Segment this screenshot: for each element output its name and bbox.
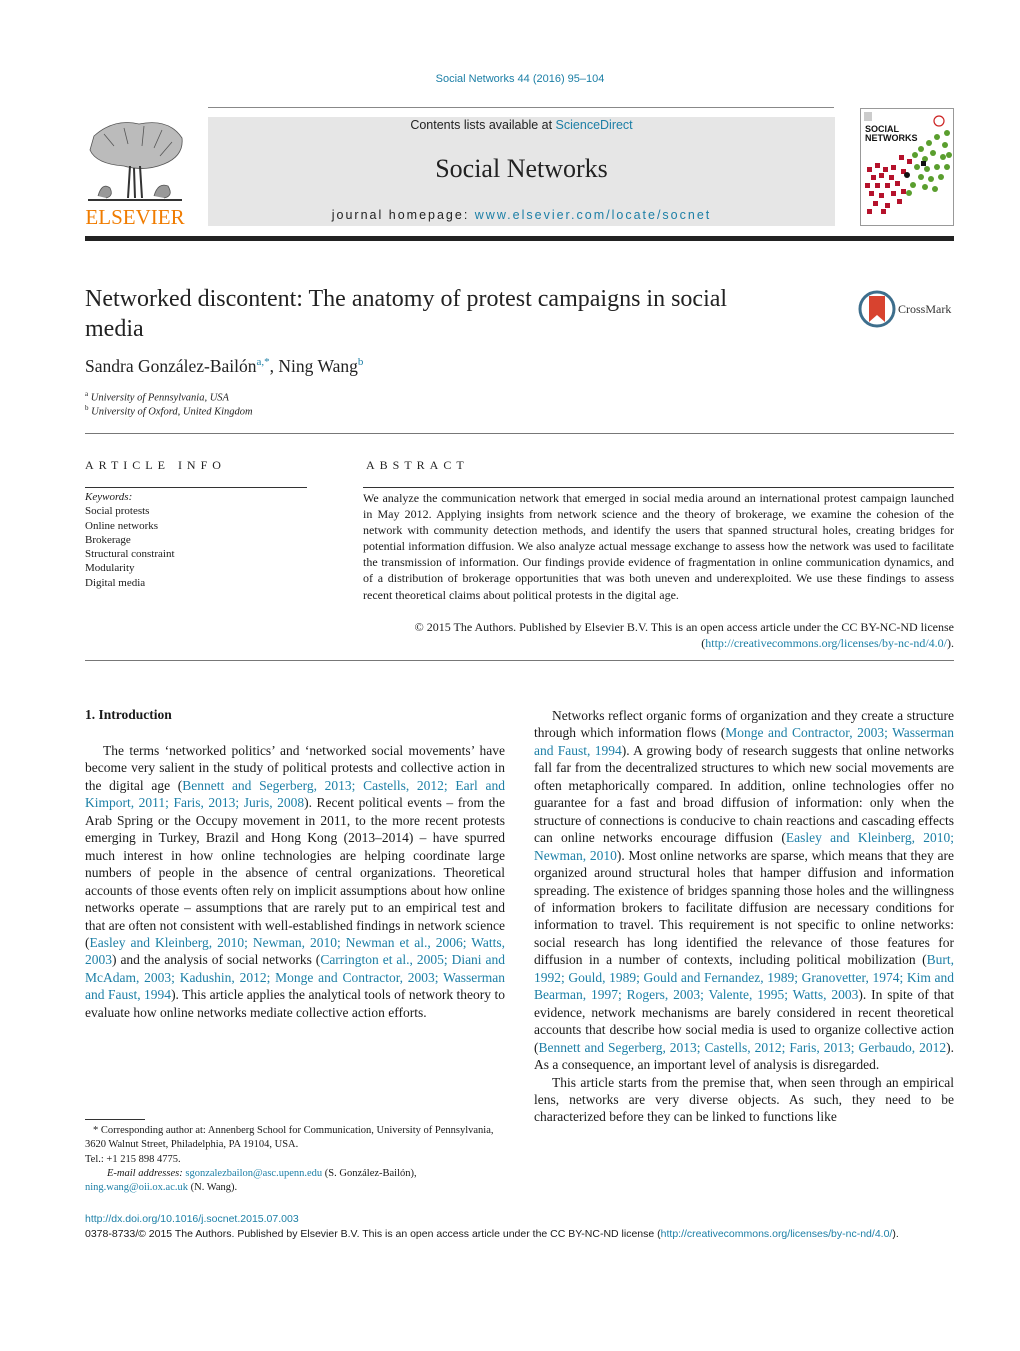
affiliation: b University of Oxford, United Kingdom — [85, 404, 253, 418]
license-link[interactable]: http://creativecommons.org/licenses/by-n… — [705, 636, 947, 650]
divider — [85, 487, 307, 488]
paragraph: The terms ‘networked politics’ and ‘netw… — [85, 742, 505, 1021]
author-affiliation-marker[interactable]: a,* — [257, 356, 270, 368]
doi-link[interactable]: http://dx.doi.org/10.1016/j.socnet.2015.… — [85, 1213, 299, 1225]
journal-title: Social Networks — [435, 154, 608, 183]
footer-copyright: 0378-8733/© 2015 The Authors. Published … — [85, 1228, 899, 1240]
email-addresses: E-mail addresses: sgonzalezbailon@asc.up… — [85, 1167, 417, 1194]
footnote: * Corresponding author at: Annenberg Sch… — [85, 1124, 505, 1195]
crossmark-icon — [858, 290, 896, 328]
text-run: ) and the analysis of social networks ( — [112, 952, 321, 968]
abstract-copyright: © 2015 The Authors. Published by Elsevie… — [414, 620, 954, 651]
affiliation: a University of Pennsylvania, USA — [85, 390, 229, 404]
keywords-label: Keywords: — [85, 491, 133, 503]
keyword: Structural constraint — [85, 548, 175, 561]
article-title: Networked discontent: The anatomy of pro… — [85, 286, 728, 342]
crossmark-badge[interactable]: CrossMark — [858, 290, 958, 330]
footnote-divider — [85, 1119, 145, 1120]
body-column-left: The terms ‘networked politics’ and ‘netw… — [85, 742, 505, 1021]
article-info-heading: ARTICLE INFO — [85, 458, 226, 472]
keywords-list: Keywords: Social protests Online network… — [85, 490, 175, 590]
citation-link[interactable]: Bennett and Segerberg, 2013; Castells, 2… — [539, 1040, 947, 1055]
keyword: Modularity — [85, 562, 135, 575]
abstract-heading: ABSTRACT — [366, 458, 469, 472]
journal-cover-image[interactable]: SOCIAL NETWORKS — [860, 108, 954, 226]
author-affiliation-marker[interactable]: b — [358, 356, 364, 368]
author-list: Sandra González-Bailóna,*, Ning Wangb — [85, 356, 364, 376]
keyword: Online networks — [85, 519, 159, 532]
divider — [85, 433, 954, 434]
author-name[interactable]: Sandra González-Bailón — [85, 356, 257, 376]
email-link[interactable]: ning.wang@oii.ox.ac.uk — [85, 1182, 188, 1193]
divider — [363, 487, 954, 488]
keyword: Social protests — [85, 505, 150, 518]
telephone: Tel.: +1 215 898 4775. — [85, 1153, 181, 1165]
body-column-right: Networks reflect organic forms of organi… — [534, 707, 954, 1126]
divider — [85, 660, 954, 661]
keyword: Digital media — [85, 576, 146, 589]
publisher-logo-text: ELSEVIER — [85, 205, 185, 229]
corresponding-author-note: * Corresponding author at: Annenberg Sch… — [85, 1125, 494, 1151]
license-link[interactable]: http://creativecommons.org/licenses/by-n… — [661, 1228, 893, 1240]
paragraph: This article starts from the premise tha… — [534, 1074, 954, 1125]
journal-masthead: Contents lists available at ScienceDirec… — [208, 117, 835, 226]
cover-network-graphic — [864, 112, 952, 214]
divider — [208, 107, 834, 108]
sciencedirect-link[interactable]: ScienceDirect — [556, 118, 633, 132]
email-link[interactable]: sgonzalezbailon@asc.upenn.edu — [185, 1168, 322, 1179]
section-heading-introduction: 1. Introduction — [85, 707, 172, 722]
paragraph: Networks reflect organic forms of organi… — [534, 707, 954, 1074]
contents-line: Contents lists available at ScienceDirec… — [410, 118, 633, 132]
homepage-line: journal homepage: www.elsevier.com/locat… — [331, 208, 712, 222]
keyword: Brokerage — [85, 533, 131, 546]
text-run: ). Recent political events – from the Ar… — [85, 795, 505, 950]
text-run: ). Most online networks are sparse, whic… — [534, 847, 955, 968]
header-divider — [85, 236, 954, 241]
abstract-text: We analyze the communication network tha… — [363, 491, 954, 602]
journal-citation[interactable]: Social Networks 44 (2016) 95–104 — [0, 73, 1020, 85]
author-name[interactable]: Ning Wang — [278, 356, 357, 376]
journal-homepage-link[interactable]: www.elsevier.com/locate/socnet — [475, 208, 711, 222]
